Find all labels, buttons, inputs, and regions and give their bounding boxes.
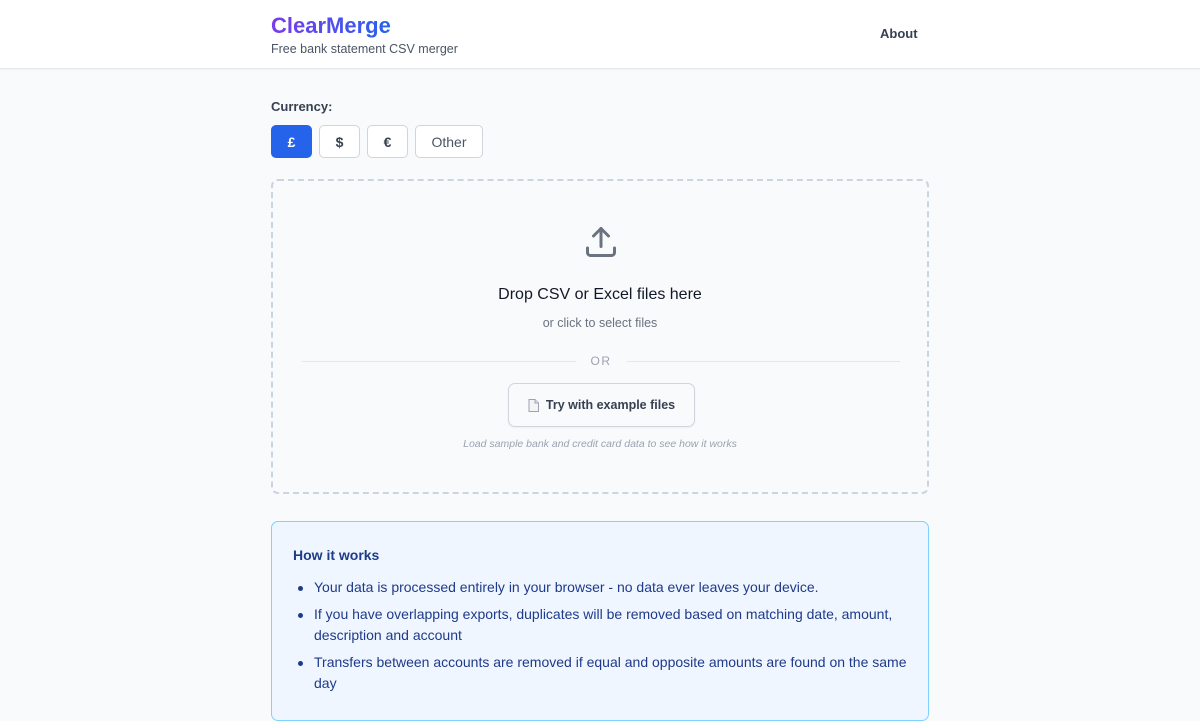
currency-other-button[interactable]: Other xyxy=(415,125,483,158)
currency-label: Currency: xyxy=(271,99,333,114)
brand-tagline: Free bank statement CSV merger xyxy=(271,42,458,56)
app-header: ClearMerge Free bank statement CSV merge… xyxy=(0,0,1200,69)
divider-line-right xyxy=(626,360,900,362)
how-it-works-list: Your data is processed entirely in your … xyxy=(293,577,909,700)
currency-eur-button[interactable]: € xyxy=(367,125,408,158)
list-item: If you have overlapping exports, duplica… xyxy=(293,604,909,646)
dropzone-subtitle: or click to select files xyxy=(542,316,658,330)
divider-line-left xyxy=(302,360,576,362)
dropzone-hint: Load sample bank and credit card data to… xyxy=(463,438,737,450)
try-example-files-label: Try with example files xyxy=(545,398,676,412)
how-it-works-panel: How it works Your data is processed enti… xyxy=(271,521,929,721)
list-item: Transfers between accounts are removed i… xyxy=(293,652,909,694)
how-it-works-title: How it works xyxy=(293,547,380,563)
file-dropzone[interactable]: Drop CSV or Excel files here or click to… xyxy=(271,179,929,494)
list-item: Your data is processed entirely in your … xyxy=(293,577,909,598)
or-divider: OR xyxy=(302,353,900,369)
brand-logo[interactable]: ClearMerge xyxy=(271,12,391,40)
currency-gbp-button[interactable]: £ xyxy=(271,125,312,158)
upload-tray-icon xyxy=(586,227,616,257)
dropzone-title: Drop CSV or Excel files here xyxy=(498,286,702,303)
try-example-files-button[interactable]: Try with example files xyxy=(508,383,695,427)
nav-about-link[interactable]: About xyxy=(880,26,918,42)
or-label: OR xyxy=(590,354,612,368)
currency-usd-button[interactable]: $ xyxy=(319,125,360,158)
document-icon xyxy=(528,398,539,412)
